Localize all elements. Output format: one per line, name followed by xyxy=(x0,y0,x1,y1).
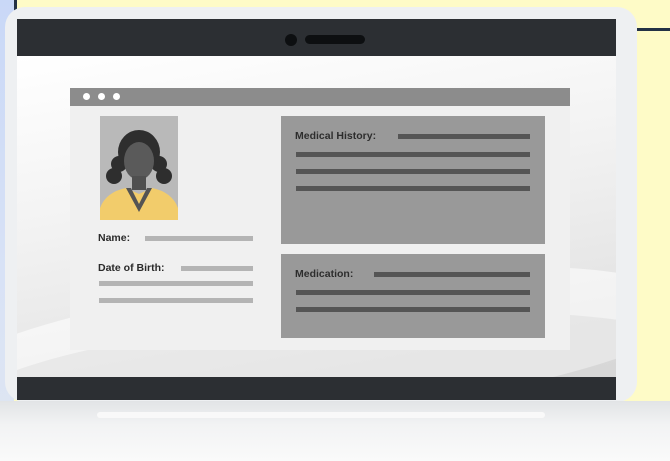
name-value-line xyxy=(145,236,253,241)
laptop-base xyxy=(0,401,670,461)
name-label: Name: xyxy=(98,232,131,244)
medication-title: Medication: xyxy=(295,268,354,280)
medical-history-line xyxy=(296,152,530,157)
camera-icon xyxy=(285,34,297,46)
camera-sensor-bar xyxy=(305,35,365,44)
window-minimize-dot[interactable] xyxy=(98,93,105,100)
medical-history-card: Medical History: xyxy=(281,116,545,244)
dob-extra-line xyxy=(99,298,253,303)
medical-history-line xyxy=(296,169,530,174)
medication-card: Medication: xyxy=(281,254,545,338)
medication-line xyxy=(374,272,530,277)
window-titlebar xyxy=(70,88,570,106)
window-close-dot[interactable] xyxy=(83,93,90,100)
medication-line xyxy=(296,307,530,312)
dob-label: Date of Birth: xyxy=(98,262,165,274)
patient-photo xyxy=(100,116,178,220)
dob-extra-line xyxy=(99,281,253,286)
medication-line xyxy=(296,290,530,295)
patient-avatar-icon xyxy=(100,116,178,220)
window-maximize-dot[interactable] xyxy=(113,93,120,100)
laptop-bottom-bezel xyxy=(17,377,616,400)
medical-history-line xyxy=(296,186,530,191)
medical-history-line xyxy=(398,134,530,139)
patient-record-window: Name: Date of Birth: Medical History: Me… xyxy=(70,88,570,350)
dob-value-line xyxy=(181,266,253,271)
laptop-base-groove xyxy=(97,412,545,418)
medical-history-title: Medical History: xyxy=(295,130,377,142)
